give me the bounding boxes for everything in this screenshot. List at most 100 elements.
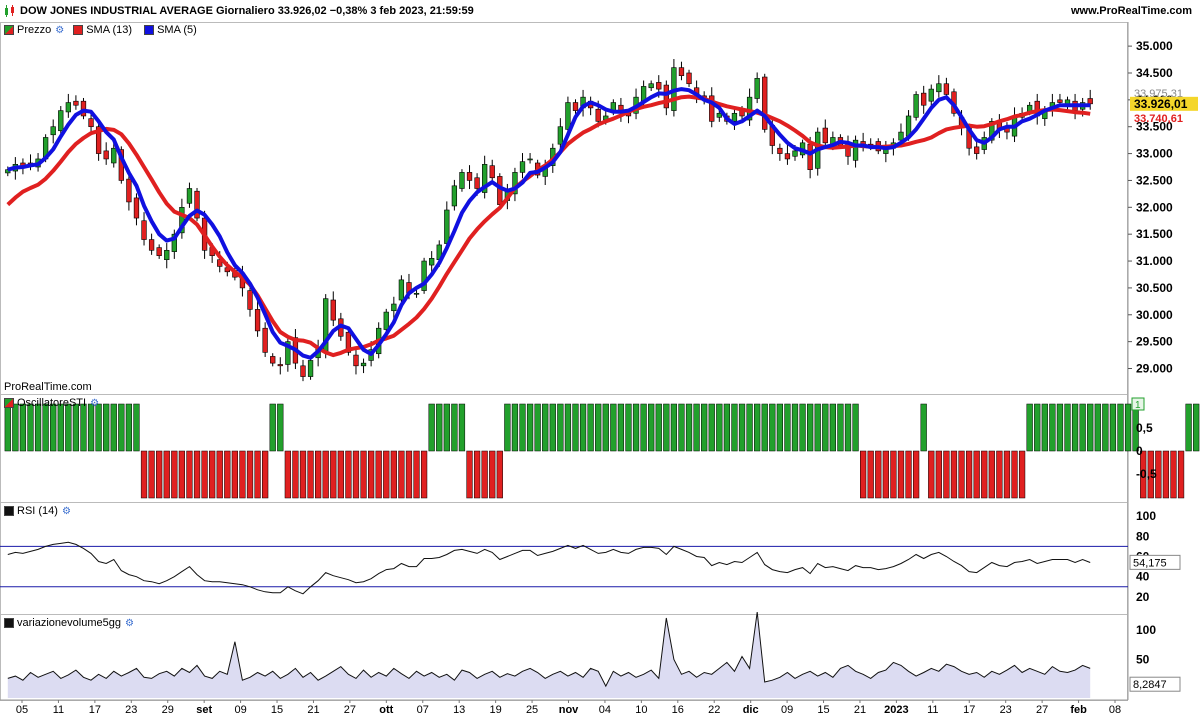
candle-body [429,258,435,266]
rsi-tick-label: 100 [1136,509,1156,523]
legend-vol-label: variazionevolume5gg [17,617,121,629]
candle-body [1087,98,1093,105]
wrench-icon[interactable]: ⚙ [125,618,134,629]
sti-bar [791,403,799,452]
watermark: ProRealTime.com [4,381,92,393]
sti-bar [1185,403,1192,452]
sti-bar [1041,403,1048,452]
sti-bar [345,450,352,499]
time-tick-label: 15 [271,704,283,716]
candle-body [898,131,904,141]
sti-bar [375,450,382,499]
sti-bar [390,450,397,499]
time-tick-label: 15 [817,704,829,716]
candle-body [686,72,692,85]
candle-body [391,303,397,312]
sti-bar [420,450,428,499]
sti-bar [148,450,155,499]
rsi-line [7,541,1091,595]
time-tick-label: 29 [162,704,174,716]
candle-body [353,354,359,367]
price-tick-label: 29.000 [1136,362,1173,376]
time-tick-label: 27 [1036,704,1048,716]
sti-bar [367,450,375,499]
sti-bar [163,450,170,499]
sti-bar [246,450,254,499]
sti-bar [761,403,768,452]
sti-bar [542,403,549,452]
sti-bar [34,403,42,452]
sti-bar [57,403,64,452]
wrench-icon[interactable]: ⚙ [55,25,64,36]
candle-body [133,197,140,219]
candle-body [126,178,132,203]
rsi-tick-label: 40 [1136,570,1150,584]
sti-bar [557,403,564,452]
time-tick-label: 04 [599,704,611,716]
time-tick-label: 19 [490,704,502,716]
sti-bar [171,450,178,499]
candle-body [557,126,564,145]
time-tick-label: 21 [854,704,866,716]
candle-body [663,84,669,109]
sti-bar [1177,450,1185,499]
sti-bar [413,450,420,499]
sti-bar [1056,403,1064,452]
chart-canvas[interactable]: 35.00034.50034.00033.50033.00032.50032.0… [0,0,1200,720]
sti-bar [87,403,95,452]
candle-body [383,311,389,330]
sti-bar [784,403,791,452]
candle-body [156,247,162,256]
sti-tick-label: 0 [1136,444,1143,458]
candle-body [73,100,79,106]
candle-body [921,92,927,106]
sti-bar [912,450,920,499]
sti-bar [496,450,503,499]
sti-bar [186,450,193,499]
candle-body [58,110,64,132]
candle-body [474,177,480,189]
sti-bar [973,450,980,499]
sti-bar [1064,403,1071,452]
sti-bar [337,450,344,499]
time-tick-label: 05 [16,704,28,716]
time-tick-label: 08 [1109,704,1121,716]
rsi-last-label: 54,175 [1133,557,1167,569]
sti-bar [95,403,102,452]
sti-bar [723,403,731,452]
vol-swatch [4,618,14,628]
sti-bar [965,450,973,499]
sti-bar [564,403,572,452]
candle-body [822,127,828,144]
sti-bar [65,403,72,452]
sti-bar [822,403,829,452]
wrench-icon[interactable]: ⚙ [90,398,99,409]
candle-body [595,108,601,122]
sti-bar [776,403,783,452]
candle-body [148,239,155,251]
sti-bar [458,403,466,452]
price-tick-label: 32.500 [1136,173,1173,187]
sti-bar [224,450,231,499]
candle-body [360,362,367,367]
legend-vol-row: variazionevolume5gg ⚙ [4,617,140,629]
sti-bar [473,450,481,499]
wrench-icon[interactable]: ⚙ [62,506,71,517]
sti-bar [262,450,269,499]
sti-bar [360,450,367,499]
sti-bar [1109,403,1117,452]
sti-bar [663,403,670,452]
candle-body [444,209,450,244]
price-tick-label: 34.500 [1136,66,1173,80]
legend-price-row: Prezzo ⚙ SMA (13) SMA (5) [4,24,197,36]
sti-bar [209,450,216,499]
sti-bar [315,450,322,499]
candle-body [1057,99,1063,103]
sti-bar [814,403,821,452]
sti-bar [322,450,329,499]
sti-bar [935,450,942,499]
sti-bar [890,450,897,499]
candle-body [572,102,579,111]
candle-body [678,67,685,76]
sti-bar [1162,450,1170,499]
